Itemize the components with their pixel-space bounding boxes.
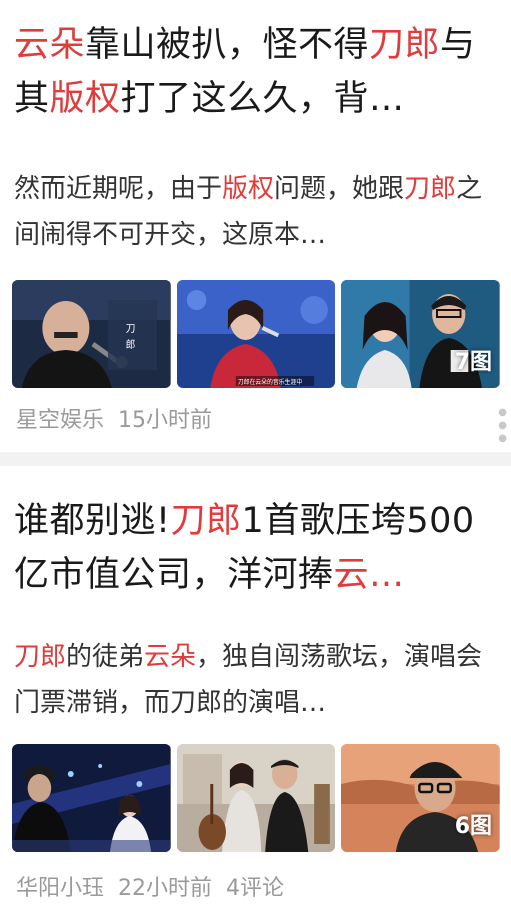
highlighted-keyword: 刀郎 [369,25,441,65]
thumbnail-image[interactable]: 7图 [341,280,501,388]
card-separator [0,452,511,466]
article-summary: 刀郎的徒弟云朵，独自闯荡歌坛，演唱会门票滞销，而刀郎的演唱… [14,634,500,726]
news-card[interactable]: 谁都别逃!刀郎1首歌压垮500亿市值公司，洋河捧云… 刀郎的徒弟云朵，独自闯荡歌… [0,466,511,908]
article-title[interactable]: 谁都别逃!刀郎1首歌压垮500亿市值公司，洋河捧云… [14,494,500,602]
highlighted-keyword: 云… [333,555,405,595]
text-segment: 打了这么久，背… [120,79,405,119]
highlighted-keyword: 刀郎 [170,501,242,541]
source-name[interactable]: 华阳小珏 [16,870,104,902]
text-segment: 靠山被扒，怪不得 [85,25,370,65]
thumbnail-image[interactable]: 6图 [341,744,501,852]
more-options-icon[interactable]: ● ● ● [498,408,507,444]
image-count-badge: 6图 [454,814,493,839]
highlighted-keyword: 云朵 [14,25,86,65]
svg-text:郎: 郎 [126,338,136,351]
highlighted-keyword: 版权 [49,79,121,119]
highlighted-keyword: 刀郎 [14,642,67,672]
image-count-badge: 7图 [454,350,493,375]
source-name[interactable]: 星空娱乐 [16,402,104,434]
news-card[interactable]: 云朵靠山被扒，怪不得刀郎与其版权打了这么久，背… 然而近期呢，由于版权问题，她跟… [0,0,511,452]
article-meta: 星空娱乐 15小时前 [16,402,212,434]
text-segment: 的徒弟 [66,642,145,672]
svg-text:刀: 刀 [126,324,136,335]
thumbnail-image[interactable]: 刀 郎 [12,280,171,388]
article-title[interactable]: 云朵靠山被扒，怪不得刀郎与其版权打了这么久，背… [14,18,500,126]
text-segment: 谁都别逃! [14,501,171,541]
thumbnail-image[interactable]: 刀郎在云朵的音乐生涯中 [176,280,336,388]
highlighted-keyword: 刀郎 [404,174,457,204]
svg-text:刀郎在云朵的音乐生涯中: 刀郎在云朵的音乐生涯中 [237,378,302,386]
thumbnail-image[interactable] [176,744,336,852]
article-meta: 华阳小珏 22小时前 4评论 [16,870,284,902]
highlighted-keyword: 云朵 [144,642,197,672]
comment-count[interactable]: 4评论 [226,870,284,902]
publish-time: 15小时前 [118,408,213,433]
highlighted-keyword: 版权 [222,174,275,204]
concert-stage-photo [12,744,171,852]
thumbnail-image[interactable] [12,744,171,852]
publish-time: 22小时前 [118,876,213,901]
woman-singing-stage-photo: 刀郎在云朵的音乐生涯中 [176,280,336,388]
text-segment: 然而近期呢，由于 [14,174,223,204]
thumbnail-strip[interactable]: 刀 郎 刀郎在云朵的音乐生涯中 7图 [12,280,501,388]
studio-duo-photo [176,744,336,852]
bald-man-microphone-photo: 刀 郎 [12,280,171,388]
text-segment: 问题，她跟 [274,174,405,204]
article-summary: 然而近期呢，由于版权问题，她跟刀郎之间闹得不可开交，这原本… [14,166,500,258]
thumbnail-strip[interactable]: 6图 [12,744,501,852]
